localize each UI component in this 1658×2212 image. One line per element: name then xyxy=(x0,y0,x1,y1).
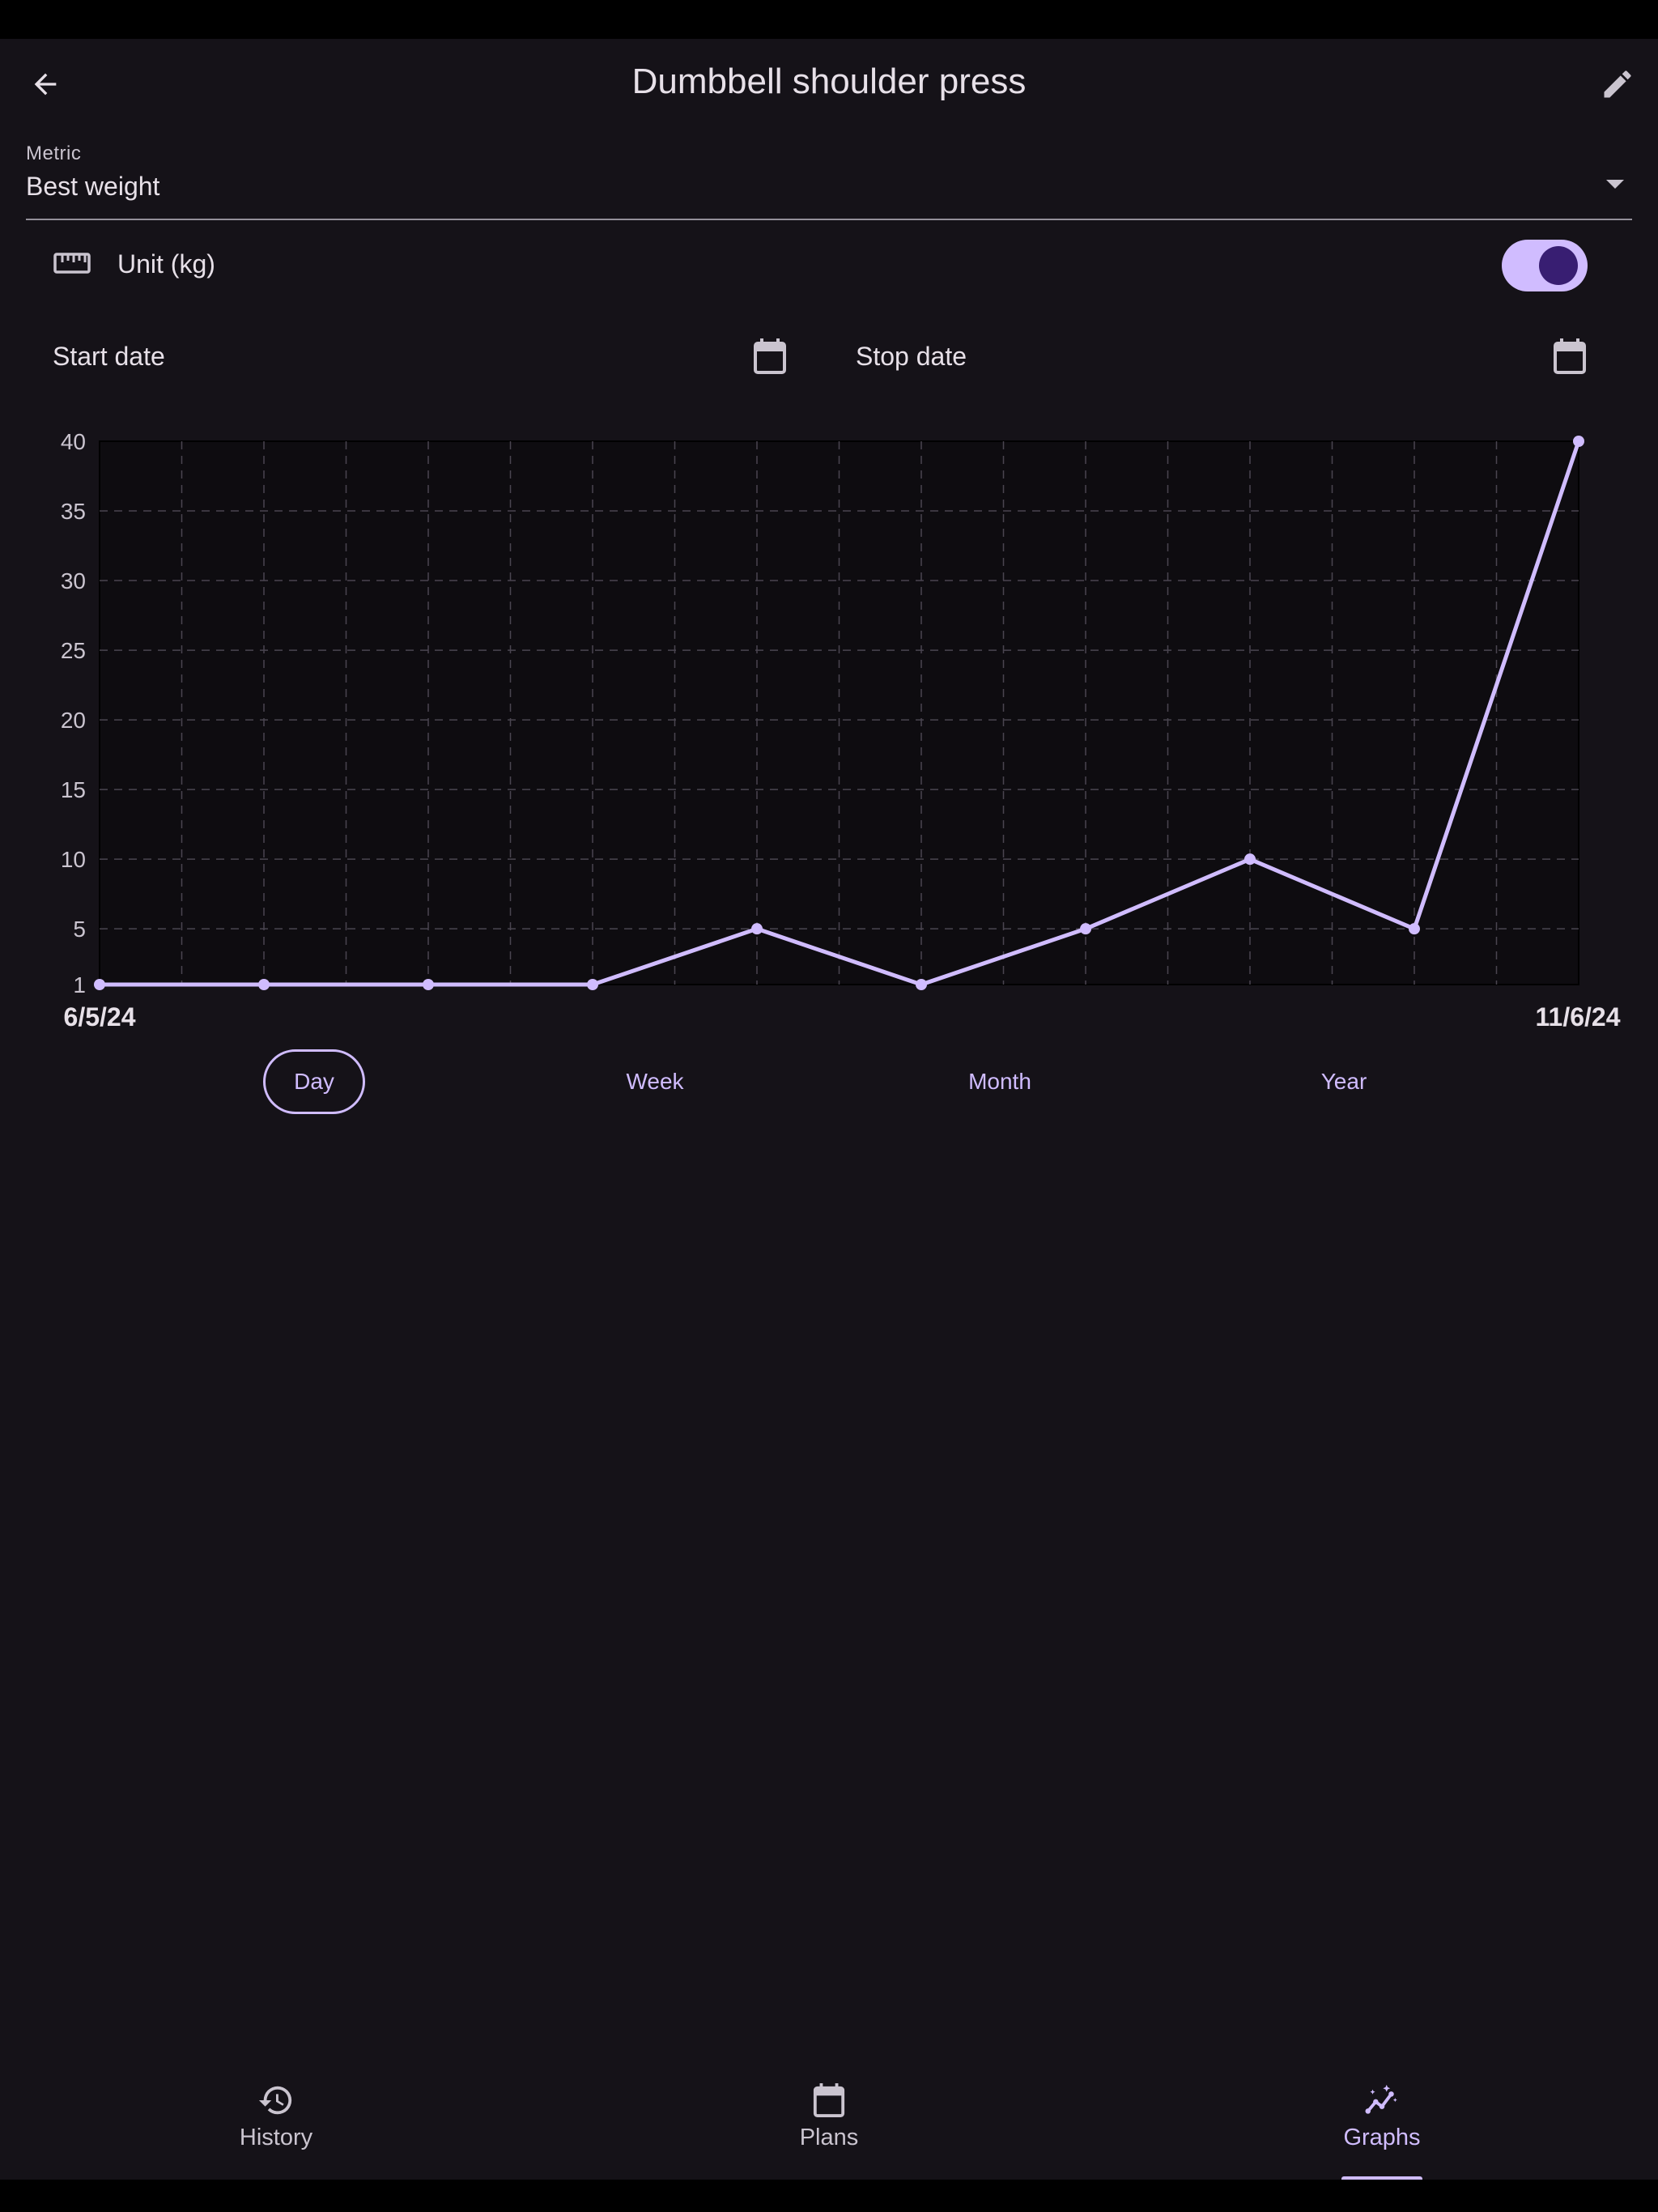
calendar-icon xyxy=(1554,338,1586,374)
unit-toggle[interactable] xyxy=(1502,240,1588,291)
nav-plans-label: Plans xyxy=(799,2125,859,2150)
nav-history-label: History xyxy=(239,2125,313,2150)
data-point xyxy=(916,979,927,990)
data-point xyxy=(1573,436,1584,447)
metric-label: Metric xyxy=(26,143,82,164)
period-week-button[interactable]: Week xyxy=(606,1049,704,1114)
data-point xyxy=(1080,923,1091,935)
period-year-button[interactable]: Year xyxy=(1295,1049,1392,1114)
nav-graphs[interactable]: Graphs xyxy=(1252,2057,1511,2180)
stop-date-calendar-button[interactable] xyxy=(1547,334,1592,379)
bottom-navigation: History Plans Graphs xyxy=(0,2057,1658,2181)
start-date-label: Start date xyxy=(53,342,165,371)
y-tick-label: 30 xyxy=(61,568,86,593)
calendar-icon xyxy=(754,338,786,374)
nav-graphs-label: Graphs xyxy=(1343,2125,1421,2150)
y-tick-label: 35 xyxy=(61,499,86,524)
history-icon xyxy=(258,2086,292,2115)
ruler-icon xyxy=(53,253,91,274)
y-tick-label: 10 xyxy=(61,847,86,872)
app-bar: Dumbbell shoulder press xyxy=(0,39,1658,130)
calendar-icon xyxy=(813,2083,845,2117)
dropdown-arrow-icon xyxy=(1606,180,1624,189)
period-day-button[interactable]: Day xyxy=(263,1049,365,1114)
status-bar xyxy=(0,0,1658,39)
stop-date-field[interactable]: Stop date xyxy=(829,324,1632,389)
start-date-calendar-button[interactable] xyxy=(747,334,793,379)
y-tick-label: 25 xyxy=(61,638,86,663)
data-point xyxy=(1409,923,1420,935)
pencil-icon xyxy=(1604,70,1631,98)
best-weight-chart: 15101520253035406/5/24 11/6/24 xyxy=(61,429,1621,1032)
data-point xyxy=(587,979,598,990)
y-tick-label: 40 xyxy=(61,429,86,454)
y-tick-label: 15 xyxy=(61,777,86,802)
nav-plans[interactable]: Plans xyxy=(699,2057,959,2180)
toggle-knob xyxy=(1539,246,1578,285)
metric-dropdown[interactable]: Metric Best weight xyxy=(26,136,1632,220)
insights-icon xyxy=(1365,2084,1397,2114)
y-tick-label: 20 xyxy=(61,708,86,733)
data-point xyxy=(258,979,270,990)
data-point xyxy=(423,979,434,990)
x-end-label: 11/6/24 xyxy=(1536,1002,1621,1032)
start-date-field[interactable]: Start date xyxy=(26,324,803,389)
unit-label: Unit (kg) xyxy=(117,249,215,279)
x-start-label: 6/5/24 xyxy=(64,1002,136,1032)
y-tick-label: 5 xyxy=(73,917,86,942)
edit-button[interactable] xyxy=(1588,55,1647,113)
data-point xyxy=(94,979,105,990)
data-point xyxy=(1244,853,1256,866)
page-title: Dumbbell shoulder press xyxy=(631,62,1027,101)
data-point xyxy=(751,923,763,935)
stop-date-label: Stop date xyxy=(856,342,967,371)
nav-history[interactable]: History xyxy=(147,2057,406,2180)
period-month-button[interactable]: Month xyxy=(947,1049,1052,1114)
system-gesture-bar xyxy=(0,2180,1658,2212)
y-tick-label: 1 xyxy=(73,972,86,998)
unit-row: Unit (kg) xyxy=(26,235,1632,296)
metric-value: Best weight xyxy=(26,172,160,201)
